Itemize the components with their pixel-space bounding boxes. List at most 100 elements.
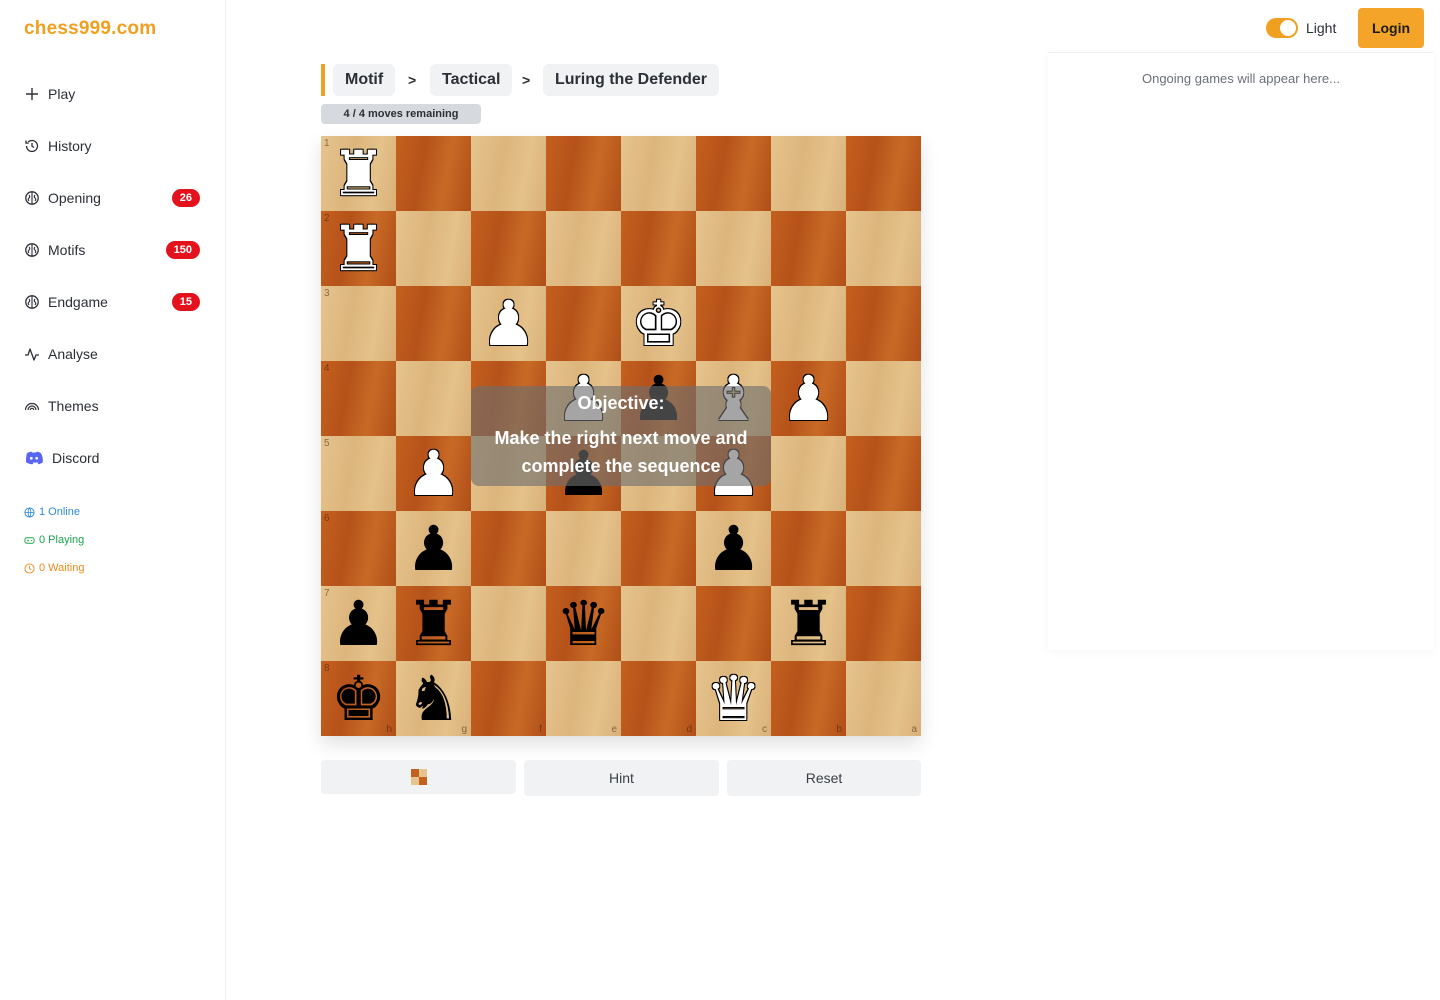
board-square[interactable] bbox=[471, 511, 546, 586]
board-square[interactable] bbox=[696, 211, 771, 286]
white-rook-icon[interactable]: ♜ bbox=[321, 211, 396, 286]
objective-text: Make the right next move and complete th… bbox=[494, 427, 748, 476]
file-label: e bbox=[611, 724, 617, 735]
board-square[interactable] bbox=[771, 211, 846, 286]
board-square[interactable] bbox=[771, 286, 846, 361]
board-square[interactable] bbox=[471, 136, 546, 211]
board-square[interactable] bbox=[546, 211, 621, 286]
board-square[interactable] bbox=[471, 586, 546, 661]
sidebar-item-discord[interactable]: Discord bbox=[0, 432, 226, 484]
plus-icon bbox=[24, 86, 40, 102]
board-square[interactable] bbox=[396, 136, 471, 211]
board-square[interactable] bbox=[846, 361, 921, 436]
black-pawn-icon[interactable]: ♟ bbox=[321, 586, 396, 661]
sidebar-item-endgame[interactable]: Endgame 15 bbox=[0, 276, 226, 328]
board-square[interactable] bbox=[546, 286, 621, 361]
sidebar-item-history[interactable]: History bbox=[0, 120, 226, 172]
activity-icon bbox=[24, 346, 40, 362]
board-square[interactable]: d bbox=[621, 661, 696, 736]
rank-label: 6 bbox=[324, 513, 330, 524]
board-square[interactable] bbox=[546, 136, 621, 211]
board-square[interactable] bbox=[771, 511, 846, 586]
flip-board-button[interactable] bbox=[321, 760, 516, 794]
history-icon bbox=[24, 138, 40, 154]
count-badge: 26 bbox=[171, 189, 200, 207]
breadcrumb-motif[interactable]: Motif bbox=[333, 64, 396, 96]
board-square[interactable] bbox=[846, 286, 921, 361]
chess-board[interactable]: 12345678hgfedcba♜♜♟♚♟♟♝♟♟♟♟♟♟♟♜♛♜♚♞♛ Obj… bbox=[321, 136, 921, 736]
board-square[interactable] bbox=[696, 586, 771, 661]
board-square[interactable]: 5 bbox=[321, 436, 396, 511]
board-square[interactable] bbox=[621, 586, 696, 661]
board-square[interactable] bbox=[846, 211, 921, 286]
sidebar-item-label: Endgame bbox=[48, 294, 108, 310]
board-square[interactable]: f bbox=[471, 661, 546, 736]
board-square[interactable] bbox=[396, 286, 471, 361]
board-flip-icon bbox=[410, 769, 427, 785]
board-square[interactable] bbox=[846, 136, 921, 211]
white-pawn-icon[interactable]: ♟ bbox=[471, 286, 546, 361]
board-square[interactable] bbox=[621, 511, 696, 586]
theme-toggle[interactable] bbox=[1266, 18, 1298, 38]
file-label: b bbox=[836, 724, 842, 735]
brain-icon bbox=[24, 190, 40, 206]
sidebar-item-motifs[interactable]: Motifs 150 bbox=[0, 224, 226, 276]
board-square[interactable] bbox=[846, 586, 921, 661]
file-label: d bbox=[686, 724, 692, 735]
sidebar-item-label: Analyse bbox=[48, 346, 98, 362]
sidebar-item-label: Motifs bbox=[48, 242, 86, 258]
discord-icon bbox=[24, 450, 44, 466]
black-rook-icon[interactable]: ♜ bbox=[396, 586, 471, 661]
black-queen-icon[interactable]: ♛ bbox=[546, 586, 621, 661]
board-square[interactable] bbox=[771, 136, 846, 211]
white-pawn-icon[interactable]: ♟ bbox=[396, 436, 471, 511]
sidebar-item-play[interactable]: Play bbox=[0, 68, 226, 120]
board-square[interactable] bbox=[396, 361, 471, 436]
white-queen-icon[interactable]: ♛ bbox=[696, 661, 771, 736]
white-king-icon[interactable]: ♚ bbox=[621, 286, 696, 361]
board-square[interactable] bbox=[621, 136, 696, 211]
sidebar-item-label: Opening bbox=[48, 190, 101, 206]
count-badge: 150 bbox=[165, 241, 200, 259]
board-square[interactable] bbox=[471, 211, 546, 286]
board-square[interactable] bbox=[396, 211, 471, 286]
black-king-icon[interactable]: ♚ bbox=[321, 661, 396, 736]
board-square[interactable]: b bbox=[771, 661, 846, 736]
hint-button[interactable]: Hint bbox=[524, 760, 719, 796]
login-button[interactable]: Login bbox=[1358, 8, 1424, 48]
board-square[interactable] bbox=[546, 511, 621, 586]
sidebar-item-opening[interactable]: Opening 26 bbox=[0, 172, 226, 224]
board-square[interactable]: 3 bbox=[321, 286, 396, 361]
board-square[interactable] bbox=[846, 511, 921, 586]
board-square[interactable]: a bbox=[846, 661, 921, 736]
file-label: a bbox=[911, 724, 917, 735]
board-square[interactable]: 6 bbox=[321, 511, 396, 586]
black-rook-icon[interactable]: ♜ bbox=[771, 586, 846, 661]
sidebar-item-analyse[interactable]: Analyse bbox=[0, 328, 226, 380]
site-logo[interactable]: chess999.com bbox=[24, 18, 156, 40]
gamepad-icon bbox=[24, 536, 35, 544]
breadcrumb-tactical[interactable]: Tactical bbox=[430, 64, 513, 96]
theme-toggle-group: Light bbox=[1266, 18, 1336, 38]
board-square[interactable]: 4 bbox=[321, 361, 396, 436]
rainbow-icon bbox=[24, 398, 40, 414]
breadcrumb-current[interactable]: Luring the Defender bbox=[543, 64, 720, 96]
black-pawn-icon[interactable]: ♟ bbox=[396, 511, 471, 586]
brain-icon bbox=[24, 242, 40, 258]
board-square[interactable] bbox=[771, 436, 846, 511]
board-square[interactable] bbox=[696, 136, 771, 211]
black-knight-icon[interactable]: ♞ bbox=[396, 661, 471, 736]
breadcrumb-accent bbox=[321, 64, 325, 96]
board-square[interactable] bbox=[621, 211, 696, 286]
sidebar-nav: Play History Opening 26 Motifs 150 Endga… bbox=[0, 68, 226, 484]
reset-button[interactable]: Reset bbox=[727, 760, 921, 796]
board-square[interactable] bbox=[846, 436, 921, 511]
black-pawn-icon[interactable]: ♟ bbox=[696, 511, 771, 586]
theme-label: Light bbox=[1306, 20, 1337, 36]
sidebar-item-themes[interactable]: Themes bbox=[0, 380, 226, 432]
file-label: f bbox=[539, 724, 542, 735]
white-rook-icon[interactable]: ♜ bbox=[321, 136, 396, 211]
board-square[interactable] bbox=[696, 286, 771, 361]
white-pawn-icon[interactable]: ♟ bbox=[771, 361, 846, 436]
board-square[interactable]: e bbox=[546, 661, 621, 736]
